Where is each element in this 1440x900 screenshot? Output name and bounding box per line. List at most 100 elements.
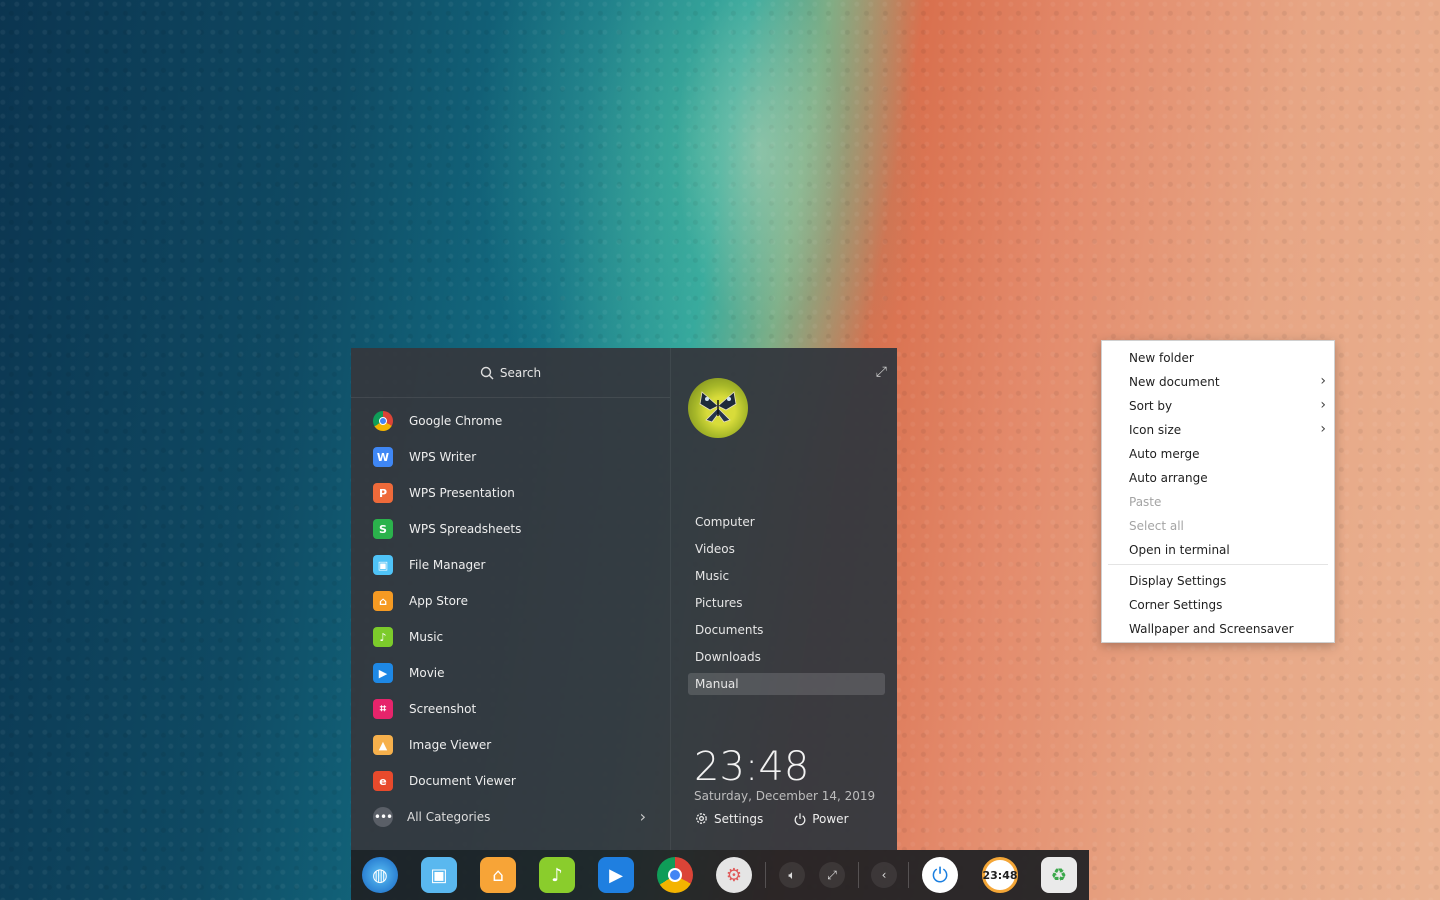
power-button[interactable]: Power [793, 811, 849, 826]
all-categories-button[interactable]: ••• All Categories › [351, 803, 670, 831]
menu-item-auto-arrange[interactable]: Auto arrange [1102, 466, 1334, 490]
app-item[interactable]: ♪ Music [351, 619, 670, 655]
app-item[interactable]: ▶ Movie [351, 655, 670, 691]
place-item-downloads[interactable]: Downloads [688, 646, 885, 668]
menu-item-paste: Paste [1102, 490, 1334, 514]
place-item-pictures[interactable]: Pictures [688, 592, 885, 614]
app-launcher: Search Google Chrome W WPS Writer P WPS Pres… [351, 348, 897, 850]
app-item[interactable]: ⌗ Screenshot [351, 691, 670, 727]
dock-separator [765, 862, 766, 888]
file-manager-icon: ▣ [373, 555, 393, 575]
network-icon[interactable]: ⤢ [819, 862, 845, 888]
menu-item-label: New folder [1129, 351, 1194, 365]
app-item[interactable]: ⌂ App Store [351, 583, 670, 619]
app-store-icon[interactable]: ⌂ [480, 857, 516, 893]
menu-item-label: Select all [1129, 519, 1184, 533]
app-label: WPS Presentation [409, 486, 515, 500]
menu-item-sort-by[interactable]: Sort by › [1102, 394, 1334, 418]
place-item-videos[interactable]: Videos [688, 538, 885, 560]
chevron-right-icon: › [1320, 373, 1326, 389]
user-avatar[interactable] [688, 378, 748, 438]
menu-item-open-in-terminal[interactable]: Open in terminal [1102, 538, 1334, 562]
app-item[interactable]: P WPS Presentation [351, 475, 670, 511]
gear-icon [696, 813, 707, 824]
chrome-icon [373, 411, 393, 431]
control-center-icon[interactable]: ⚙ [716, 857, 752, 893]
launcher-actions: Settings Power [694, 811, 849, 826]
app-list: Google Chrome W WPS Writer P WPS Presentatio… [351, 398, 670, 799]
document-viewer-icon: e [373, 771, 393, 791]
chevron-right-icon: › [1320, 397, 1326, 413]
app-label: Music [409, 630, 444, 644]
app-label: Image Viewer [409, 738, 492, 752]
movie-icon: ▶ [373, 663, 393, 683]
menu-item-icon-size[interactable]: Icon size › [1102, 418, 1334, 442]
menu-item-label: Auto merge [1129, 447, 1200, 461]
menu-item-label: Sort by [1129, 399, 1173, 413]
menu-item-label: Display Settings [1129, 574, 1227, 588]
settings-button[interactable]: Settings [694, 811, 763, 826]
dock: ◍ ▣ ⌂ ♪ ▶ ⚙ 🔈︎ ⤢ ‹ ⏻ 23:48 ♻ [351, 850, 1089, 900]
screenshot-icon: ⌗ [373, 699, 393, 719]
app-item[interactable]: W WPS Writer [351, 439, 670, 475]
place-item-computer[interactable]: Computer [688, 511, 885, 533]
menu-separator [1108, 564, 1328, 565]
app-label: Google Chrome [409, 414, 503, 428]
menu-item-label: Icon size [1129, 423, 1182, 437]
fullscreen-toggle-icon[interactable]: ⤢ [876, 364, 887, 380]
all-categories-label: All Categories [407, 810, 491, 824]
app-store-icon: ⌂ [373, 591, 393, 611]
menu-item-corner-settings[interactable]: Corner Settings [1102, 593, 1334, 617]
shutdown-icon[interactable]: ⏻ [922, 857, 958, 893]
menu-item-label: Paste [1129, 495, 1162, 509]
menu-item-label: New document [1129, 375, 1220, 389]
dock-separator [858, 862, 859, 888]
music-icon[interactable]: ♪ [539, 857, 575, 893]
desktop-context-menu: New folder New document › Sort by › Icon size… [1101, 340, 1335, 643]
chrome-icon[interactable] [657, 857, 693, 893]
launcher-app-panel: Search Google Chrome W WPS Writer P WPS Pres… [351, 348, 671, 850]
app-item[interactable]: S WPS Spreadsheets [351, 511, 670, 547]
wallpaper-shore [560, 0, 880, 360]
trash-icon[interactable]: ♻ [1041, 857, 1077, 893]
app-item[interactable]: ▣ File Manager [351, 547, 670, 583]
search-icon [480, 366, 494, 379]
dock-clock-text: 23:48 [982, 868, 1018, 882]
more-dots-icon: ••• [373, 807, 393, 827]
place-item-documents[interactable]: Documents [688, 619, 885, 641]
menu-item-label: Corner Settings [1129, 598, 1223, 612]
app-label: Movie [409, 666, 445, 680]
launcher-icon[interactable]: ◍ [362, 857, 398, 893]
launcher-clock: 23:48 [694, 744, 810, 790]
movie-icon[interactable]: ▶ [598, 857, 634, 893]
launcher-side-panel: ⤢ Computer Videos Music Pictures Documents Do… [671, 348, 897, 850]
wps-writer-icon: W [373, 447, 393, 467]
menu-item-display-settings[interactable]: Display Settings [1102, 569, 1334, 593]
app-label: App Store [409, 594, 468, 608]
menu-item-label: Auto arrange [1129, 471, 1208, 485]
launcher-date: Saturday, December 14, 2019 [694, 789, 876, 803]
launcher-search[interactable]: Search [351, 348, 670, 398]
place-item-manual[interactable]: Manual [688, 673, 885, 695]
app-item[interactable]: ▲ Image Viewer [351, 727, 670, 763]
app-item[interactable]: Google Chrome [351, 403, 670, 439]
clock-icon[interactable]: 23:48 [982, 857, 1018, 893]
collapse-tray-icon[interactable]: ‹ [871, 862, 897, 888]
menu-item-auto-merge[interactable]: Auto merge [1102, 442, 1334, 466]
app-label: Document Viewer [409, 774, 516, 788]
file-manager-icon[interactable]: ▣ [421, 857, 457, 893]
volume-icon[interactable]: 🔈︎ [779, 862, 805, 888]
butterfly-icon [699, 391, 737, 423]
app-label: WPS Spreadsheets [409, 522, 522, 536]
chevron-right-icon: › [1320, 421, 1326, 437]
menu-item-wallpaper-and-screensaver[interactable]: Wallpaper and Screensaver [1102, 617, 1334, 641]
settings-label: Settings [714, 811, 764, 826]
menu-item-select-all: Select all [1102, 514, 1334, 538]
app-item[interactable]: e Document Viewer [351, 763, 670, 799]
place-item-music[interactable]: Music [688, 565, 885, 587]
menu-item-new-document[interactable]: New document › [1102, 370, 1334, 394]
app-label: WPS Writer [409, 450, 477, 464]
power-icon [794, 812, 806, 825]
menu-item-label: Open in terminal [1129, 543, 1230, 557]
menu-item-new-folder[interactable]: New folder [1102, 346, 1334, 370]
